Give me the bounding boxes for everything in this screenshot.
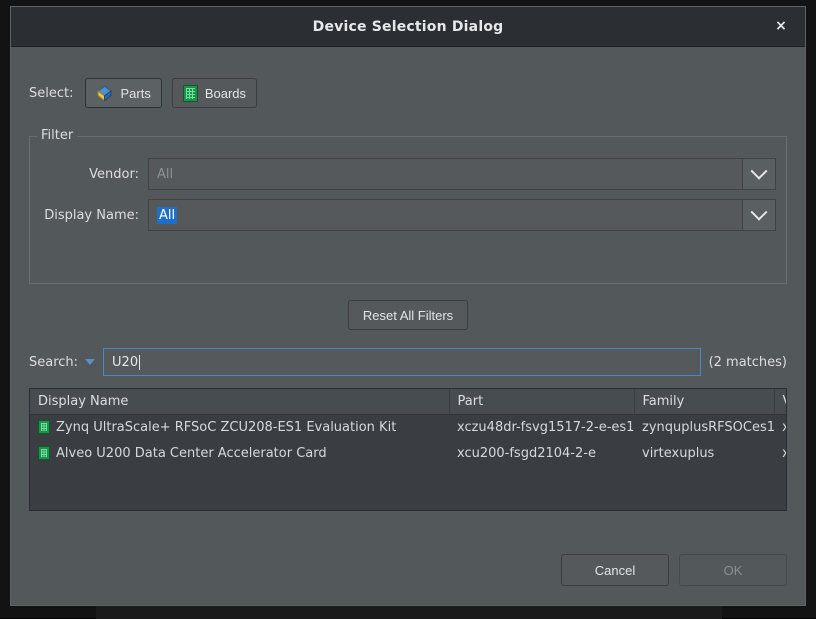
board-icon xyxy=(38,420,50,434)
cancel-button[interactable]: Cancel xyxy=(561,554,669,586)
vendor-value: All xyxy=(157,167,173,182)
row-display-name-text: Zynq UltraScale+ RFSoC ZCU208-ES1 Evalua… xyxy=(56,420,396,435)
dialog-body: Select: Parts Boards Filter Vendo xyxy=(11,47,805,605)
boards-toggle-button[interactable]: Boards xyxy=(172,78,257,108)
column-header-vendor[interactable]: Ven xyxy=(774,389,787,414)
search-input-value: U20 xyxy=(112,355,138,370)
device-table: Display Name Part Family Ven Zynq UltraS… xyxy=(30,389,787,466)
column-header-part[interactable]: Part xyxy=(449,389,634,414)
device-list[interactable]: Display Name Part Family Ven Zynq UltraS… xyxy=(29,388,787,511)
vendor-combobox-field[interactable]: All xyxy=(148,158,742,190)
parts-toggle-button[interactable]: Parts xyxy=(85,78,161,108)
vendor-combobox[interactable]: All xyxy=(148,158,776,190)
reset-filters-row: Reset All Filters xyxy=(29,300,787,330)
cell-family: virtexuplus xyxy=(634,440,774,466)
cell-vendor: xilinx xyxy=(774,414,787,440)
vendor-label: Vendor: xyxy=(40,167,148,182)
display-name-filter-row: Display Name: All xyxy=(30,199,786,231)
dialog-titlebar: Device Selection Dialog × xyxy=(11,7,805,47)
chevron-down-glyph xyxy=(751,163,768,180)
filter-group-legend: Filter xyxy=(37,128,77,143)
search-label: Search: xyxy=(29,355,78,370)
cell-display-name: Zynq UltraScale+ RFSoC ZCU208-ES1 Evalua… xyxy=(30,414,449,440)
column-header-family[interactable]: Family xyxy=(634,389,774,414)
vendor-filter-row: Vendor: All xyxy=(30,158,786,190)
cell-family: zynquplusRFSOCes1 xyxy=(634,414,774,440)
device-selection-dialog: Device Selection Dialog × Select: Parts … xyxy=(10,6,806,606)
reset-all-filters-button[interactable]: Reset All Filters xyxy=(348,300,468,330)
cell-vendor: xilinx xyxy=(774,440,787,466)
cell-part: xcu200-fsgd2104-2-e xyxy=(449,440,634,466)
ok-button[interactable]: OK xyxy=(679,554,787,586)
display-name-combobox[interactable]: All xyxy=(148,199,776,231)
dialog-footer: Cancel OK xyxy=(561,554,787,586)
boards-toggle-label: Boards xyxy=(205,86,246,101)
display-name-chevron-down-icon[interactable] xyxy=(742,199,776,231)
parts-chip-icon xyxy=(96,85,113,102)
cell-display-name: Alveo U200 Data Center Accelerator Card xyxy=(30,440,449,466)
chevron-down-glyph xyxy=(751,204,768,221)
text-caret xyxy=(139,355,140,370)
select-label: Select: xyxy=(29,86,73,101)
dialog-title: Device Selection Dialog xyxy=(313,19,504,35)
vendor-chevron-down-icon[interactable] xyxy=(742,158,776,190)
search-matches-count: (2 matches) xyxy=(709,355,787,370)
column-header-display-name[interactable]: Display Name xyxy=(30,389,449,414)
board-icon xyxy=(183,85,198,102)
search-options-chevron-down-icon[interactable] xyxy=(85,359,95,365)
filter-group: Filter Vendor: All Display Name: All xyxy=(29,136,787,284)
table-header-row: Display Name Part Family Ven xyxy=(30,389,787,414)
board-icon xyxy=(38,446,50,460)
select-row: Select: Parts Boards xyxy=(29,78,787,108)
search-row: Search: U20 (2 matches) xyxy=(29,348,787,376)
search-input[interactable]: U20 xyxy=(103,348,701,376)
close-icon[interactable]: × xyxy=(767,13,795,39)
display-name-label: Display Name: xyxy=(40,208,148,223)
table-row[interactable]: Zynq UltraScale+ RFSoC ZCU208-ES1 Evalua… xyxy=(30,414,787,440)
parts-toggle-label: Parts xyxy=(120,86,150,101)
display-name-combobox-field[interactable]: All xyxy=(148,199,742,231)
row-display-name-text: Alveo U200 Data Center Accelerator Card xyxy=(56,446,327,461)
display-name-value: All xyxy=(157,207,177,224)
cell-part: xczu48dr-fsvg1517-2-e-es1 xyxy=(449,414,634,440)
table-row[interactable]: Alveo U200 Data Center Accelerator Card … xyxy=(30,440,787,466)
